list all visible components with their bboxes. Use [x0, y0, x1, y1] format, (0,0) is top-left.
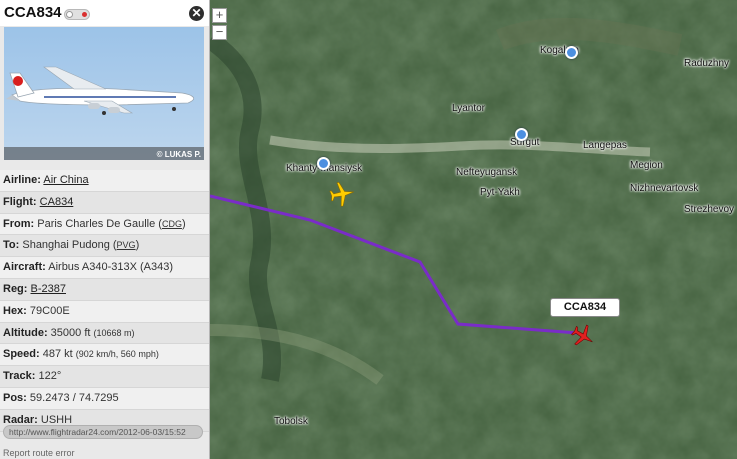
flight-callsign: CCA834 — [4, 4, 62, 21]
detail-row-altitude: Altitude: 35000 ft (10668 m) — [0, 322, 209, 345]
detail-row-from: From: Paris Charles De Gaulle (CDG) — [0, 213, 209, 236]
detail-value-altitude: 35000 ft — [50, 326, 91, 339]
detail-label: Aircraft: — [3, 261, 46, 274]
city-label: Raduzhny — [684, 58, 730, 69]
detail-value-from: Paris Charles De Gaulle ( — [37, 217, 162, 230]
airport-code-suffix: ) — [181, 217, 186, 230]
detail-row-airline: Airline: Air China — [0, 170, 209, 192]
detail-value-hex: 79C00E — [29, 304, 70, 317]
city-label: Megion — [630, 160, 663, 171]
close-button[interactable]: ✕ — [189, 6, 204, 21]
detail-label: Flight: — [3, 195, 37, 208]
airport-pin-icon[interactable] — [565, 46, 578, 59]
detail-label: Pos: — [3, 391, 27, 404]
detail-value-speed: 487 kt — [42, 348, 73, 361]
detail-label: Track: — [3, 370, 36, 383]
panel-header: CCA834 ✕ — [0, 0, 209, 26]
detail-label: From: — [3, 217, 35, 230]
detail-secondary-speed: (902 km/h, 560 mph) — [75, 349, 159, 360]
city-label: Nizhnevartovsk — [630, 183, 699, 194]
zoom-out-button[interactable]: − — [212, 25, 227, 40]
detail-label: Reg: — [3, 282, 28, 295]
flight-label[interactable]: CCA834 — [550, 298, 620, 317]
toggle-knob — [66, 11, 73, 18]
map-view[interactable]: + − Kogalym Raduzhny Lyantor Surgut Langepas… — [210, 0, 737, 459]
detail-row-track: Track: 122° — [0, 366, 209, 388]
airport-code-to[interactable]: PVG — [117, 240, 136, 250]
satellite-map — [210, 0, 737, 459]
airport-code-suffix: ) — [135, 239, 140, 252]
photo-credit: © LUKAS P. — [156, 150, 201, 159]
city-label: Lyantor — [452, 103, 485, 114]
detail-label: Altitude: — [3, 326, 48, 339]
detail-label: Radar: — [3, 413, 38, 426]
detail-row-to: To: Shanghai Pudong (PVG) — [0, 235, 209, 258]
selected-aircraft-icon[interactable] — [570, 323, 596, 349]
detail-row-flight: Flight: CA834 — [0, 191, 209, 214]
city-label: Tobolsk — [274, 416, 308, 427]
track-toggle[interactable] — [64, 9, 90, 20]
airport-code-from[interactable]: CDG — [162, 219, 182, 229]
detail-value-reg[interactable]: B-2387 — [31, 283, 66, 295]
city-label: Nefteyugansk — [456, 167, 518, 178]
detail-value-pos: 59.2473 / 74.7295 — [29, 391, 119, 404]
detail-label: Speed: — [3, 348, 40, 361]
detail-row-hex: Hex: 79C00E — [0, 300, 209, 323]
city-label: Pyt-Yakh — [480, 187, 520, 198]
aircraft-photo-image — [6, 66, 195, 115]
other-aircraft-icon[interactable] — [328, 180, 356, 208]
airport-pin-icon[interactable] — [317, 157, 330, 170]
detail-value-aircraft: Airbus A340-313X (A343) — [48, 261, 173, 274]
detail-row-reg: Reg: B-2387 — [0, 278, 209, 301]
detail-value-flight[interactable]: CA834 — [40, 196, 74, 208]
flight-url-field[interactable]: http://www.flightradar24.com/2012-06-03/… — [3, 425, 203, 439]
toggle-indicator — [82, 12, 87, 17]
detail-row-speed: Speed: 487 kt (902 km/h, 560 mph) — [0, 344, 209, 367]
detail-row-aircraft: Aircraft: Airbus A340-313X (A343) — [0, 257, 209, 279]
flight-info-panel: CCA834 ✕ © LUKAS P. Airline: Air China Fl… — [0, 0, 210, 459]
detail-label: Airline: — [3, 174, 41, 186]
detail-row-pos: Pos: 59.2473 / 74.7295 — [0, 387, 209, 410]
zoom-in-button[interactable]: + — [212, 8, 227, 23]
aircraft-photo[interactable]: © LUKAS P. — [4, 27, 204, 160]
detail-value-to: Shanghai Pudong ( — [22, 239, 117, 252]
detail-label: Hex: — [3, 304, 27, 317]
detail-value-radar: USHH — [40, 413, 73, 426]
airport-pin-icon[interactable] — [515, 128, 528, 141]
detail-secondary-altitude: (10668 m) — [93, 327, 135, 338]
report-route-error-link[interactable]: Report route error — [3, 448, 75, 458]
city-label: Strezhevoy — [684, 204, 735, 215]
detail-value-track: 122° — [38, 370, 62, 383]
flight-details: Airline: Air China Flight: CA834 From: Par… — [0, 170, 209, 432]
city-label: Langepas — [583, 140, 627, 151]
detail-value-airline[interactable]: Air China — [43, 174, 88, 186]
detail-label: To: — [3, 239, 20, 252]
